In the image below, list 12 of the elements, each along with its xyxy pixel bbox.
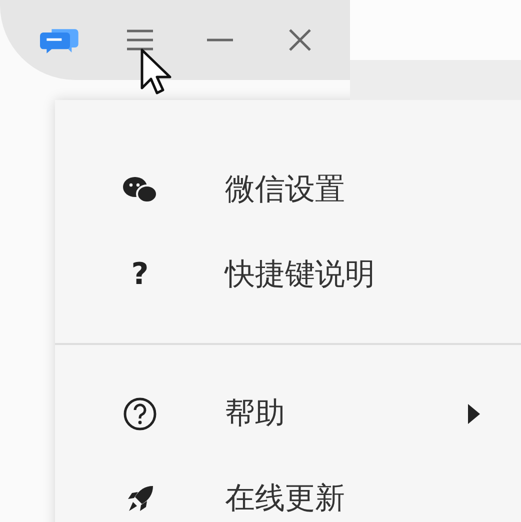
menu-item[interactable]: 帮助 (55, 371, 521, 456)
question-glyph: ? (131, 257, 149, 292)
menu-icon (125, 28, 155, 52)
mouse-cursor-icon (140, 48, 174, 96)
menu-item[interactable]: 微信设置 (55, 147, 521, 232)
help-icon (123, 396, 157, 430)
menu-item[interactable]: ? 快捷键说明 (55, 232, 521, 317)
rocket-icon (125, 484, 155, 514)
menu-item[interactable]: 在线更新 (55, 456, 521, 522)
close-icon (288, 28, 312, 52)
chat-bubbles-icon (122, 176, 158, 204)
minimize-icon (207, 38, 233, 42)
